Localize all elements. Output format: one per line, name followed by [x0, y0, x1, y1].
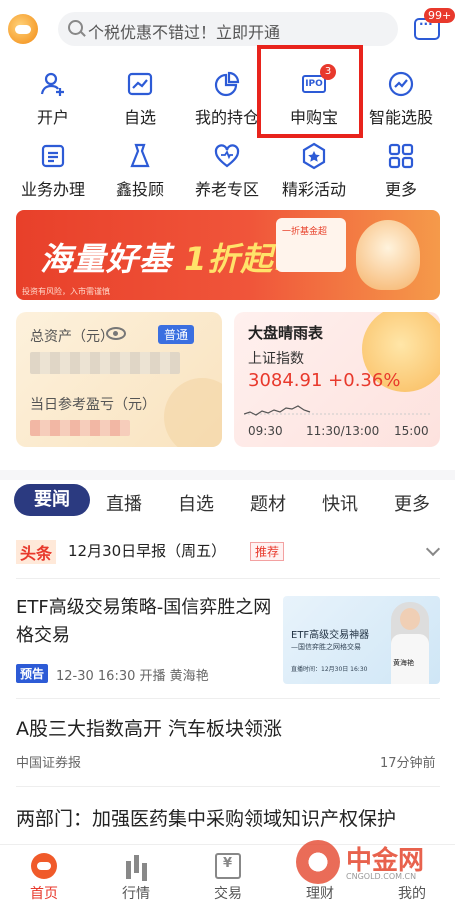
tick-label: 11:30/13:00: [306, 424, 380, 438]
menu-label: 更多: [384, 180, 417, 199]
menu-item-pension[interactable]: 养老专区: [182, 142, 272, 200]
watermark: 中金网 CNGOLD.COM.CN: [296, 840, 455, 890]
menu-item-watchlist[interactable]: 自选: [95, 70, 185, 128]
smart-stock-icon: [387, 70, 415, 98]
menu-label: 业务办理: [20, 180, 85, 199]
presenter-photo: [391, 602, 429, 684]
promo-banner[interactable]: 海量好基 1折起! 一折基金超 投资有风险，入市需谨慎: [16, 210, 440, 300]
news-meta: 12-30 16:30 开播 黄海艳: [56, 669, 209, 684]
pie-chart-icon: [213, 70, 241, 98]
news-title: A股三大指数高开 汽车板块领涨: [16, 718, 283, 740]
highlight-box: [257, 45, 363, 138]
message-badge: 99+: [424, 8, 455, 23]
app-logo[interactable]: [8, 14, 38, 44]
index-value: 3084.91 +0.36%: [248, 370, 401, 391]
bar-chart-icon: [123, 853, 149, 879]
nav-market[interactable]: 行情: [106, 853, 166, 903]
menu-label: 鑫投顾: [115, 180, 164, 199]
tab-watchlist[interactable]: 自选: [178, 490, 214, 516]
menu-label: 开户: [36, 108, 69, 127]
mascot-image: [356, 220, 420, 290]
menu-item-more[interactable]: 更多: [356, 142, 446, 200]
news-tabs: 要闻 直播 自选 题材 快讯 更多: [0, 470, 455, 524]
pnl-value-hidden: [30, 420, 130, 436]
wallet-icon: [215, 853, 241, 879]
coin-decoration: [164, 378, 222, 447]
asset-card[interactable]: 总资产（元） 普通 当日参考盈亏（元）: [16, 312, 222, 447]
news-item[interactable]: A股三大指数高开 汽车板块领涨 中国证券报 17分钟前: [0, 704, 455, 784]
banner-title: 海量好基 1折起!: [40, 240, 290, 278]
eye-icon[interactable]: [106, 327, 126, 340]
tab-news[interactable]: 要闻: [14, 484, 90, 516]
search-placeholder: 个税优惠不错过！立即开通: [88, 23, 281, 42]
total-assets-label: 总资产（元）: [30, 329, 114, 345]
news-source: 中国证券报: [16, 756, 82, 771]
nav-home[interactable]: 首页: [14, 853, 74, 903]
banner-card: 一折基金超: [276, 218, 346, 272]
menu-item-open-account[interactable]: 开户: [8, 70, 98, 128]
chart-icon: [126, 70, 154, 98]
news-title: 两部门：加强医药集中采购领域知识产权保护: [16, 808, 397, 830]
chevron-down-icon[interactable]: [425, 541, 441, 557]
recommend-badge: 推荐: [250, 542, 285, 561]
divider: [16, 578, 440, 579]
news-thumbnail[interactable]: ETF高级交易神器 —国信弈胜之网格交易 直播时间：12月30日 16:30 黄…: [283, 596, 440, 684]
home-icon: [31, 853, 57, 879]
headline-row[interactable]: 头条 12月30日早报（周五） 推荐: [0, 530, 455, 574]
headline-text: 12月30日早报（周五）: [68, 542, 227, 560]
star-icon: [300, 142, 328, 170]
watermark-logo: [296, 840, 340, 884]
tab-flash[interactable]: 快讯: [322, 490, 358, 516]
market-title: 大盘晴雨表: [248, 324, 324, 342]
divider: [16, 786, 440, 787]
top-bar: 个税优惠不错过！立即开通 99+: [0, 0, 455, 58]
total-assets-value-hidden: [30, 352, 180, 374]
menu-item-advisor[interactable]: 鑫投顾: [95, 142, 185, 200]
search-bar[interactable]: 个税优惠不错过！立即开通: [58, 12, 398, 46]
menu-label: 精彩活动: [281, 180, 346, 199]
news-item[interactable]: ETF高级交易策略-国信弈胜之网格交易 预告 12-30 16:30 开播 黄海…: [0, 586, 455, 696]
preview-badge: 预告: [16, 664, 49, 683]
search-icon: [68, 20, 83, 35]
account-type-tag[interactable]: 普通: [158, 325, 195, 344]
tab-themes[interactable]: 题材: [250, 490, 286, 516]
tab-live[interactable]: 直播: [106, 490, 142, 516]
menu-item-business[interactable]: 业务办理: [8, 142, 98, 200]
add-user-icon: [39, 70, 67, 98]
banner-note: 投资有风险，入市需谨慎: [22, 287, 110, 296]
news-time: 17分钟前: [380, 756, 436, 771]
menu-item-activities[interactable]: 精彩活动: [269, 142, 359, 200]
divider: [16, 698, 440, 699]
tab-more[interactable]: 更多: [394, 490, 430, 516]
menu-item-smart-stock[interactable]: 智能选股: [356, 70, 446, 128]
menu-label: 自选: [123, 108, 156, 127]
news-title: ETF高级交易策略-国信弈胜之网格交易: [16, 597, 272, 646]
market-card[interactable]: 大盘晴雨表 上证指数 3084.91 +0.36% 09:30 11:30/13…: [234, 312, 440, 447]
headline-tag: 头条: [16, 540, 57, 564]
news-item[interactable]: 两部门：加强医药集中采购领域知识产权保护: [0, 794, 455, 844]
advisor-icon: [126, 142, 154, 170]
index-name: 上证指数: [248, 351, 304, 367]
grid-icon: [387, 142, 415, 170]
menu-label: 养老专区: [194, 180, 259, 199]
menu-label: 智能选股: [368, 108, 433, 127]
tick-label: 15:00: [394, 424, 429, 438]
heart-icon: [213, 142, 241, 170]
tick-label: 09:30: [248, 424, 283, 438]
pnl-label: 当日参考盈亏（元）: [30, 397, 156, 413]
index-sparkline: [244, 405, 430, 416]
document-icon: [39, 142, 67, 170]
nav-trade[interactable]: 交易: [198, 853, 258, 903]
